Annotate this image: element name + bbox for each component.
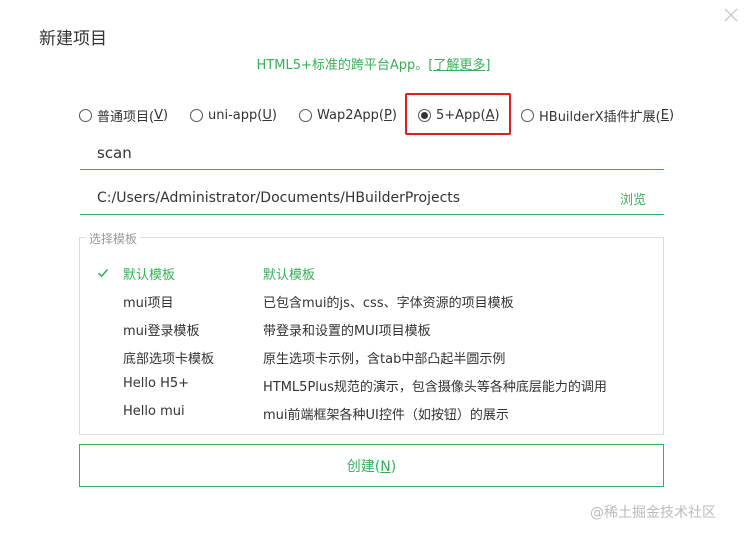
radio-circle [299,108,312,122]
template-description: 默认模板 [263,268,316,283]
template-name: mui项目 [123,296,174,311]
radio-circle [79,108,92,122]
learn-more-link[interactable]: [了解更多] [428,58,490,73]
template-name: 默认模板 [123,268,176,283]
template-group-legend: 选择模板 [86,230,141,247]
template-row-bottom-tab[interactable]: 底部选项卡模板 原生选项卡示例，含tab中部凸起半圆示例 [80,345,663,367]
template-description: 带登录和设置的MUI项目模板 [263,324,431,339]
template-name: Hello H5+ [123,376,190,391]
close-icon[interactable] [723,7,739,23]
radio-hbuilderx-plugin[interactable]: HBuilderX插件扩展(E) [521,105,674,125]
template-description: 已包含mui的js、css、字体资源的项目模板 [263,296,514,311]
template-row-default[interactable]: 默认模板 默认模板 [80,261,663,283]
template-description: mui前端框架各种UI控件（如按钮）的展示 [263,408,509,423]
radio-circle [521,108,534,122]
template-row-hello-h5plus[interactable]: Hello H5+ HTML5Plus规范的演示，包含摄像头等各种底层能力的调用 [80,373,663,395]
template-row-mui-login[interactable]: mui登录模板 带登录和设置的MUI项目模板 [80,317,663,339]
watermark: @稀土掘金技术社区 [590,505,716,521]
project-name-underline [80,169,664,170]
browse-button[interactable]: 浏览 [620,189,646,208]
project-path-underline [80,214,664,215]
dialog-title: 新建项目 [39,29,107,49]
dialog-subtitle: HTML5+标准的跨平台App。[了解更多] [0,54,747,73]
template-name: 底部选项卡模板 [123,352,215,367]
radio-normal-project[interactable]: 普通项目(V) [79,105,168,125]
project-name-input[interactable] [97,140,657,166]
template-description: 原生选项卡示例，含tab中部凸起半圆示例 [263,352,506,367]
template-description: HTML5Plus规范的演示，包含摄像头等各种底层能力的调用 [263,380,607,395]
selection-highlight-box [405,93,511,135]
create-button[interactable]: 创建(N) [79,444,664,487]
radio-wap2app[interactable]: Wap2App(P) [299,105,397,125]
template-name: mui登录模板 [123,324,200,339]
template-name: Hello mui [123,404,185,419]
template-row-mui[interactable]: mui项目 已包含mui的js、css、字体资源的项目模板 [80,289,663,311]
radio-uni-app[interactable]: uni-app(U) [190,105,277,125]
project-path-input[interactable] [97,185,597,211]
radio-circle [190,108,203,122]
subtitle-text: HTML5+标准的跨平台App。 [256,58,429,73]
template-row-hello-mui[interactable]: Hello mui mui前端框架各种UI控件（如按钮）的展示 [80,401,663,423]
check-icon [97,264,109,278]
